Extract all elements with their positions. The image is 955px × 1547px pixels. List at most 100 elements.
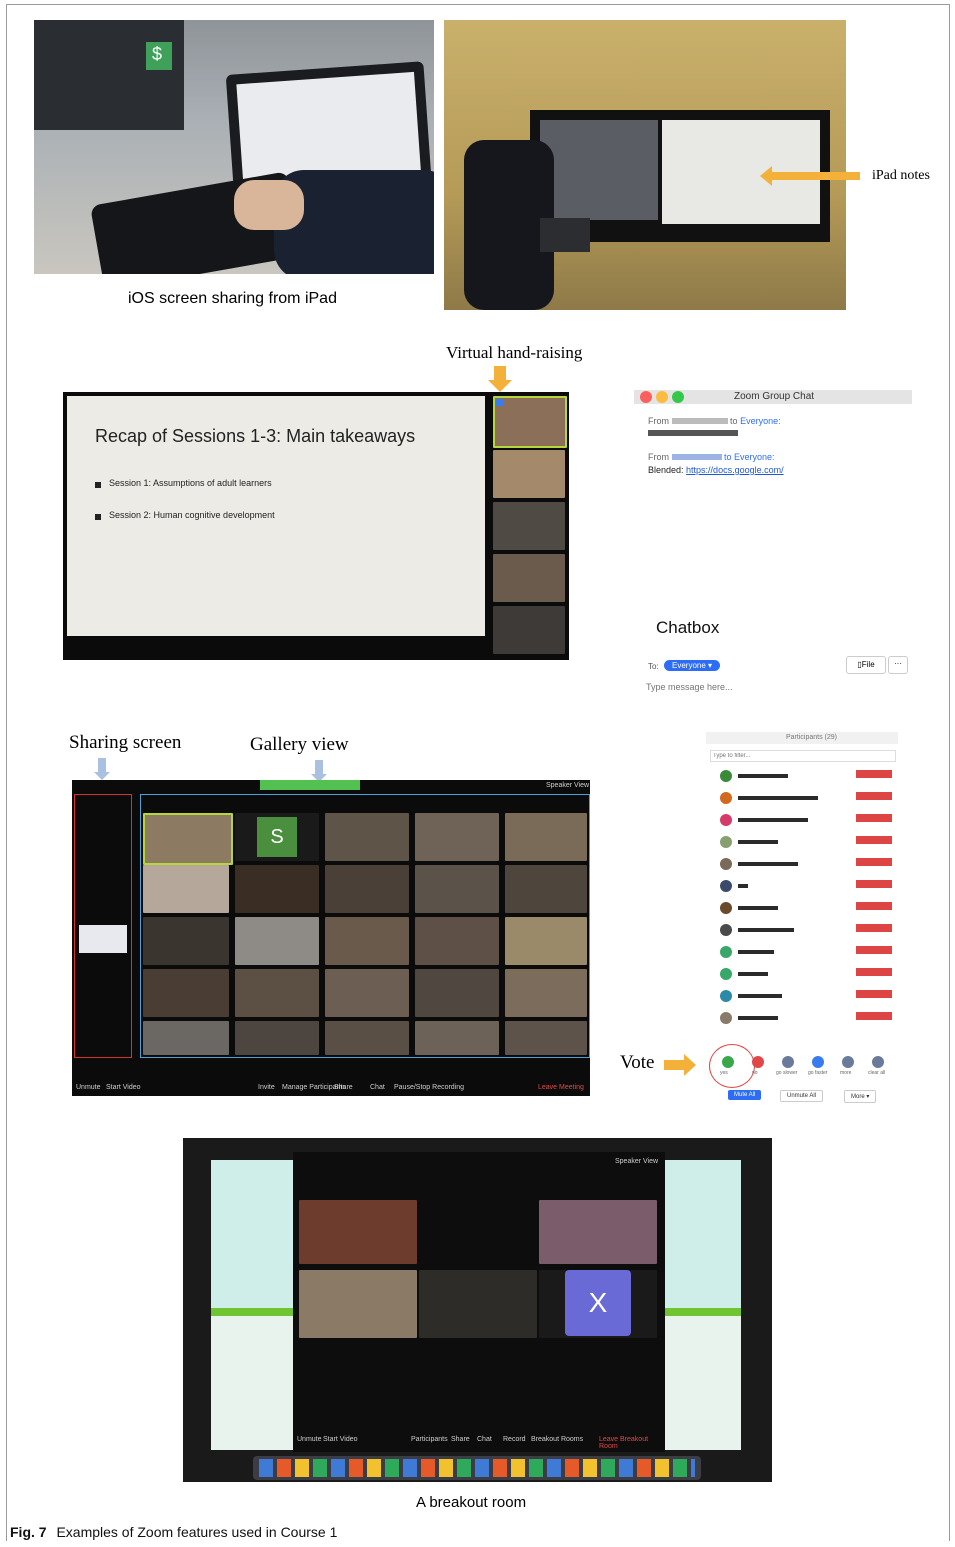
redacted-name bbox=[671, 418, 728, 424]
video-tile[interactable] bbox=[325, 813, 409, 861]
participant-list bbox=[714, 766, 894, 1046]
share-button[interactable]: Share bbox=[334, 1084, 353, 1091]
avatar bbox=[720, 858, 732, 870]
chat-recipient-dropdown[interactable]: Everyone ▾ bbox=[664, 660, 721, 671]
pause-recording-button[interactable]: Pause/Stop Recording bbox=[394, 1084, 464, 1091]
chat-more-button[interactable]: ··· bbox=[888, 656, 908, 674]
avatar bbox=[720, 902, 732, 914]
redacted-message bbox=[648, 430, 738, 436]
chat-button[interactable]: Chat bbox=[477, 1436, 492, 1443]
clear-all-icon[interactable] bbox=[872, 1056, 884, 1068]
status-icons bbox=[856, 770, 892, 1030]
chat-link[interactable]: https://docs.google.com/ bbox=[686, 465, 784, 475]
leave-breakout-room-button[interactable]: Leave Breakout Room bbox=[599, 1436, 665, 1450]
share-button[interactable]: Share bbox=[451, 1436, 470, 1443]
label-sharing-screen: Sharing screen bbox=[69, 732, 182, 753]
vote-slower-label: go slower bbox=[776, 1070, 798, 1076]
shared-slide: Recap of Sessions 1-3: Main takeaways Se… bbox=[67, 396, 485, 636]
speaker-view-button[interactable]: Speaker View bbox=[546, 782, 589, 789]
video-tile[interactable] bbox=[415, 865, 499, 913]
video-tile[interactable] bbox=[539, 1200, 657, 1264]
go-faster-icon[interactable] bbox=[812, 1056, 824, 1068]
speaker-view-button[interactable]: Speaker View bbox=[615, 1158, 658, 1165]
video-tile[interactable] bbox=[143, 1021, 229, 1055]
unmute-all-button[interactable]: Unmute All bbox=[780, 1090, 824, 1102]
video-tile[interactable] bbox=[505, 813, 587, 861]
video-tile[interactable] bbox=[493, 450, 565, 498]
video-tile[interactable] bbox=[493, 502, 565, 550]
video-tile[interactable] bbox=[235, 1021, 319, 1055]
avatar bbox=[720, 792, 732, 804]
video-tile[interactable] bbox=[325, 1021, 409, 1055]
leave-meeting-button[interactable]: Leave Meeting bbox=[538, 1084, 584, 1091]
video-tile[interactable] bbox=[419, 1270, 537, 1338]
figure-caption: Fig. 7 Examples of Zoom features used in… bbox=[10, 1524, 337, 1540]
video-tile[interactable] bbox=[299, 1200, 417, 1264]
maximize-icon[interactable] bbox=[672, 391, 684, 403]
figure-caption-text: Examples of Zoom features used in Course… bbox=[56, 1524, 338, 1540]
video-tile[interactable] bbox=[325, 865, 409, 913]
avatar bbox=[720, 924, 732, 936]
photo-classroom-display bbox=[444, 20, 846, 310]
arrow-down-icon bbox=[494, 366, 506, 380]
breakout-toolbar: Unmute Start Video Participants Share Ch… bbox=[293, 1428, 665, 1450]
video-tile[interactable] bbox=[415, 969, 499, 1017]
video-tile[interactable] bbox=[505, 865, 587, 913]
vote-more-label: more bbox=[840, 1070, 852, 1076]
chat-button[interactable]: Chat bbox=[370, 1084, 385, 1091]
unmute-button[interactable]: Unmute bbox=[297, 1436, 322, 1443]
photo-breakout-room: Speaker View X Unmute Start Video Partic… bbox=[183, 1138, 772, 1482]
more-button[interactable]: More ▾ bbox=[844, 1090, 877, 1103]
chat-message-input[interactable] bbox=[646, 680, 846, 694]
avatar bbox=[720, 770, 732, 782]
mute-all-button[interactable]: Mute All bbox=[728, 1090, 762, 1100]
record-button[interactable]: Record bbox=[503, 1436, 526, 1443]
video-tile[interactable] bbox=[235, 865, 319, 913]
chat-window-title: Zoom Group Chat bbox=[734, 391, 815, 402]
breakout-rooms-button[interactable]: Breakout Rooms bbox=[531, 1436, 583, 1443]
go-slower-icon[interactable] bbox=[782, 1056, 794, 1068]
video-tile[interactable] bbox=[505, 969, 587, 1017]
video-tile[interactable] bbox=[143, 969, 229, 1017]
video-tile[interactable] bbox=[415, 917, 499, 965]
chat-message-label: Blended: bbox=[648, 465, 684, 475]
video-tile[interactable] bbox=[493, 554, 565, 602]
minimize-icon[interactable] bbox=[656, 391, 668, 403]
vote-faster-label: go faster bbox=[808, 1070, 828, 1076]
caption-ios-sharing: iOS screen sharing from iPad bbox=[128, 290, 337, 307]
video-tile[interactable] bbox=[505, 1021, 587, 1055]
video-tile[interactable] bbox=[235, 917, 319, 965]
video-tile[interactable] bbox=[325, 969, 409, 1017]
slide-bullet-2: Session 2: Human cognitive development bbox=[109, 510, 275, 520]
video-tile[interactable] bbox=[143, 865, 229, 913]
chat-target: Everyone: bbox=[740, 416, 781, 426]
start-video-button[interactable]: Start Video bbox=[323, 1436, 358, 1443]
figure-label: Fig. 7 bbox=[10, 1524, 47, 1540]
video-tile[interactable] bbox=[493, 606, 565, 654]
video-tile[interactable] bbox=[143, 813, 233, 865]
video-tile[interactable] bbox=[235, 969, 319, 1017]
chat-target: to Everyone: bbox=[724, 452, 775, 462]
video-tile[interactable] bbox=[299, 1270, 417, 1338]
avatar bbox=[720, 990, 732, 1002]
video-tile[interactable] bbox=[325, 917, 409, 965]
more-icon[interactable] bbox=[842, 1056, 854, 1068]
video-tile[interactable] bbox=[493, 396, 567, 448]
video-tile[interactable] bbox=[415, 813, 499, 861]
participants-button[interactable]: Participants bbox=[411, 1436, 448, 1443]
start-video-button[interactable]: Start Video bbox=[106, 1084, 141, 1091]
avatar bbox=[720, 836, 732, 848]
participant-filter-input[interactable] bbox=[710, 750, 896, 762]
unmute-button[interactable]: Unmute bbox=[76, 1084, 101, 1091]
video-tile[interactable] bbox=[415, 1021, 499, 1055]
video-tile[interactable] bbox=[143, 917, 229, 965]
invite-button[interactable]: Invite bbox=[258, 1084, 275, 1091]
photo-ipad-sharing: $ bbox=[34, 20, 434, 274]
arrow-down-icon bbox=[315, 760, 323, 774]
arrow-down-icon bbox=[98, 758, 106, 772]
video-tile[interactable] bbox=[505, 917, 587, 965]
participants-panel: Participants (29) yes bbox=[706, 732, 898, 1104]
file-button[interactable]: ▯File bbox=[846, 656, 886, 674]
chat-from-label: From bbox=[648, 452, 669, 462]
close-icon[interactable] bbox=[640, 391, 652, 403]
